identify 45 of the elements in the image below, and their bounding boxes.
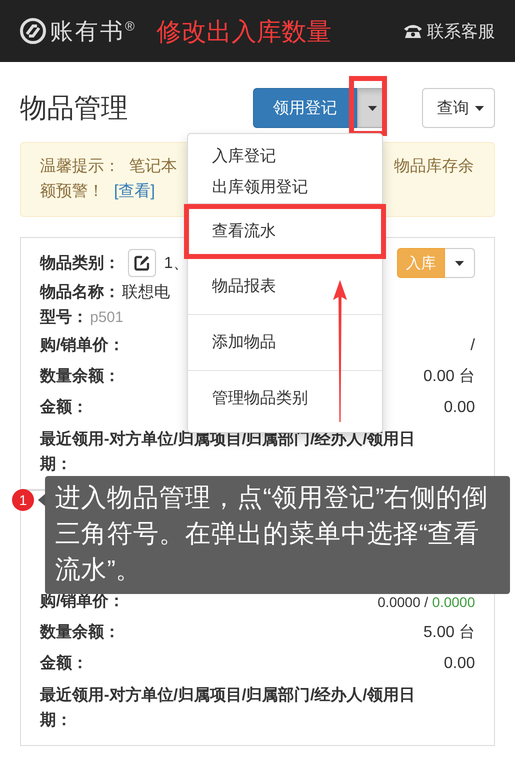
alert-text: 温馨提示： 笔记本 xyxy=(40,156,177,177)
edit-button[interactable] xyxy=(128,249,156,277)
menu-item[interactable]: 出库领用登记 xyxy=(188,172,382,203)
brand-name: 账有书$^{®}$ xyxy=(50,16,137,46)
step-badge: 1 xyxy=(12,489,34,511)
field-label: 数量余额： xyxy=(40,366,120,387)
caret-icon xyxy=(475,106,484,110)
view-link[interactable]: [查看] xyxy=(114,183,155,200)
field-value: 0.0000 xyxy=(432,594,475,610)
register-button[interactable]: 领用登记 xyxy=(253,88,357,128)
field-label: 购/销单价： xyxy=(40,592,124,612)
edit-icon xyxy=(134,255,150,271)
caret-icon xyxy=(455,260,464,266)
menu-item[interactable]: 管理物品类别 xyxy=(188,371,382,426)
caret-icon xyxy=(368,106,376,110)
field-value: p501 xyxy=(90,309,124,326)
field-value: 0.00 xyxy=(444,398,475,416)
menu-item[interactable]: 查看流水 xyxy=(184,204,386,259)
field-value: 0.00 台 xyxy=(423,367,475,387)
field-value: 0.00 xyxy=(444,654,475,672)
field-label: 型号： xyxy=(40,308,88,328)
field-label: 金额： xyxy=(40,397,88,418)
field-value: / xyxy=(470,336,475,354)
tip-text: 进入物品管理，点“领用登记”右侧的倒三角符号。在弹出的菜单中选择“查看流水”。 xyxy=(45,476,510,594)
field-label: 数量余额： xyxy=(40,622,120,643)
menu-item[interactable]: 入库登记 xyxy=(188,141,382,172)
menu-item[interactable]: 物品报表 xyxy=(188,259,382,314)
field-value: 0.0000 / xyxy=(378,594,428,610)
alert-text: 物品库存余 xyxy=(394,156,474,177)
phone-icon xyxy=(403,23,423,39)
alert-text: 额预警！ xyxy=(40,183,104,200)
service-link[interactable]: 联系客服 xyxy=(403,20,495,42)
field-label: 金额： xyxy=(40,653,88,674)
menu-item[interactable]: 添加物品 xyxy=(188,315,382,370)
dropdown-toggle[interactable] xyxy=(445,248,475,278)
field-label: 物品类别： xyxy=(40,254,120,274)
field-value: 联想电 xyxy=(122,282,170,303)
page-title: 物品管理 xyxy=(20,92,128,125)
field-label: 购/销单价： xyxy=(40,336,124,356)
query-button[interactable]: 查询 xyxy=(422,88,495,128)
field-value: 5.00 台 xyxy=(423,623,475,643)
field-label: 物品名称： xyxy=(40,282,120,303)
section-heading: 最近领用-对方单位/归属项目/归属部门/经办人/领用日期： xyxy=(40,685,416,731)
logo-icon xyxy=(20,18,46,44)
annotation-title: 修改出入库数量 xyxy=(156,16,332,48)
